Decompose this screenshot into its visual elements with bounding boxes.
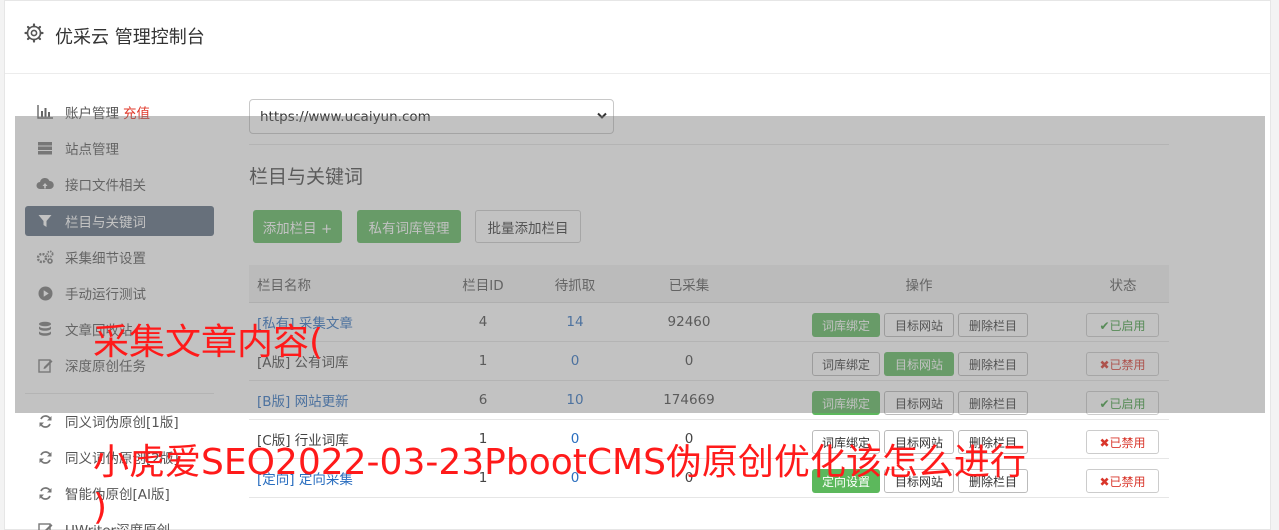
refresh-icon: [36, 449, 54, 465]
gray-overlay: [15, 116, 1265, 413]
refresh-icon: [36, 485, 54, 501]
watermark-text: ): [93, 487, 108, 528]
sidebar-item-label: 同义词伪原创[1版]: [65, 415, 179, 431]
header: 优采云 管理控制台: [5, 1, 1270, 74]
status-badge[interactable]: ✖已禁用: [1086, 469, 1159, 493]
watermark-text: 采集文章内容(: [93, 322, 324, 363]
status-badge[interactable]: ✖已禁用: [1086, 430, 1159, 454]
refresh-icon: [36, 413, 54, 429]
sidebar-item-label: UWriter深度原创: [65, 519, 170, 530]
gear-icon: [24, 23, 44, 43]
page-title: 优采云 管理控制台: [55, 27, 205, 48]
watermark-text: 小虎爱SEO2022-03-23PbootCMS伪原创优化该怎么进行: [93, 442, 1026, 483]
sidebar-item-uwriter[interactable]: UWriter深度原创: [25, 514, 214, 530]
sidebar-item-label: 智能伪原创[AI版]: [65, 487, 170, 503]
edit-icon: [36, 521, 54, 530]
